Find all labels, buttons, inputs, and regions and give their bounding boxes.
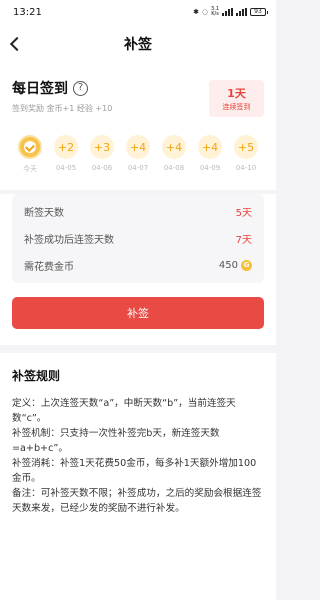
makeup-button[interactable]: 补签 [12,297,264,329]
day-label: 今天 [23,165,37,173]
wifi-signal-icon [236,8,247,16]
info-box: 断签天数 5天 补签成功后连签天数 7天 需花费金币 450 G [12,194,264,283]
info-row-missed: 断签天数 5天 [24,198,252,225]
checked-coin-icon [18,135,42,159]
day-label: 04-05 [55,164,77,172]
status-icons: ✱ ◌ 3.1 K/s 93 [193,6,268,17]
coin-reward: +5 [234,135,258,159]
day-label: 04-07 [127,164,149,172]
gold-coin-icon: G [241,260,252,271]
day-item: 今天 [16,135,44,174]
reward-text: 签到奖励 金币+1 经验 +10 [12,104,113,113]
day-item: +3 04-06 [88,135,116,174]
day-item: +4 04-07 [124,135,152,174]
rule-line: 定义：上次连签天数“a”，中断天数“b”，当前连签天数“c”。 [12,398,236,424]
cost-value: 450 [218,260,238,271]
rules-section: 补签规则 定义：上次连签天数“a”，中断天数“b”，当前连签天数“c”。 补签机… [0,353,276,600]
rule-line: 补签机制：只支持一次性补签完b天，新连签天数 =a+b+c”。 [12,428,220,454]
day-item: +2 04-05 [52,135,80,174]
info-label: 补签成功后连签天数 [24,235,114,246]
coin-reward: +4 [198,135,222,159]
coin-reward: +4 [162,135,186,159]
back-icon[interactable] [9,36,25,52]
network-speed: 3.1 K/s [211,6,219,17]
checkin-title-row: 每日签到 ? [12,78,112,98]
day-label: 04-06 [91,164,113,172]
rules-title: 补签规则 [12,369,61,383]
day-item: +4 04-09 [196,135,224,174]
checkin-card: 每日签到 ? 签到奖励 金币+1 经验 +10 1天 连续签到 今天 +2 04… [0,64,276,190]
after-days-value: 7天 [235,235,252,246]
coin-reward: +4 [126,135,150,159]
day-label: 04-10 [235,164,257,172]
day-label: 04-09 [199,164,221,172]
page-title: 补签 [124,37,152,53]
battery-icon: 93 [250,8,268,16]
info-label: 断签天数 [24,208,64,219]
rule-line: 补签消耗：补签1天花费50金币，每多补1天额外增加100金币。 [12,458,257,484]
check-icon [24,141,36,153]
signal-icon [222,8,233,16]
checkin-header: 每日签到 ? 签到奖励 金币+1 经验 +10 1天 连续签到 [12,78,264,117]
rule-line: 备注：可补签天数不限；补签成功，之后的奖励会根据连签天数来发，已经少发的奖励不进… [12,488,262,514]
cost-value-group: 450 G [219,260,252,271]
days-row: 今天 +2 04-05 +3 04-06 +4 04-07 +4 04-08 +… [12,135,264,174]
missed-days-value: 5天 [235,208,252,219]
nav-bar: 补签 [0,24,276,64]
checkin-title: 每日签到 [12,81,68,97]
streak-days: 1天 [227,87,246,100]
streak-badge: 1天 连续签到 [209,80,264,117]
bluetooth-icon: ✱ [193,8,199,16]
info-row-after: 补签成功后连签天数 7天 [24,225,252,252]
status-bar: 13:21 ✱ ◌ 3.1 K/s 93 [0,0,276,24]
status-time: 13:21 [13,6,42,18]
streak-label: 连续签到 [222,103,251,111]
help-icon[interactable]: ? [73,80,88,96]
info-section: 断签天数 5天 补签成功后连签天数 7天 需花费金币 450 G [0,194,276,283]
mute-icon: ◌ [201,8,209,16]
day-item: +4 04-08 [160,135,188,174]
info-row-cost: 需花费金币 450 G [24,252,252,279]
coin-reward: +3 [90,135,114,159]
info-label: 需花费金币 [24,262,74,273]
coin-reward: +2 [54,135,78,159]
day-label: 04-08 [163,164,185,172]
makeup-section: 补签 [0,283,276,345]
day-item: +5 04-10 [232,135,260,174]
